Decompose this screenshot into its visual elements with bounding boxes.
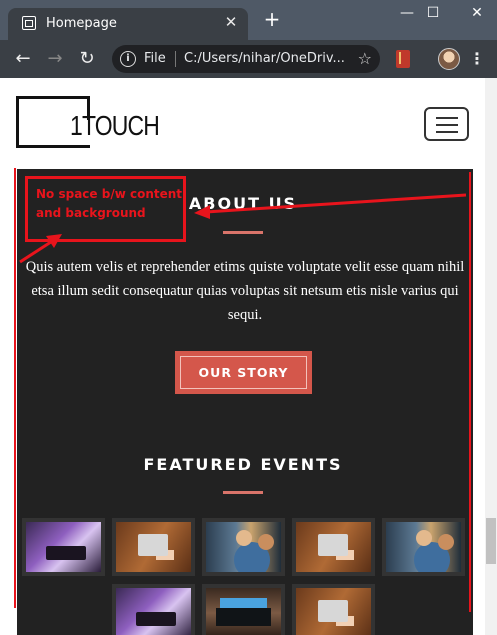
page-favicon-icon [22, 16, 36, 30]
our-story-label: OUR STORY [180, 356, 307, 389]
extension-book-icon[interactable] [396, 50, 410, 68]
event-image [296, 588, 371, 635]
hamburger-line [436, 117, 458, 119]
url-scheme-label: File [144, 51, 166, 66]
back-button[interactable]: ← [12, 48, 34, 70]
event-thumbnail[interactable] [22, 518, 105, 576]
events-divider [223, 491, 263, 494]
hamburger-line [436, 124, 458, 126]
hamburger-line [436, 131, 458, 133]
event-thumbnail[interactable] [112, 584, 195, 635]
featured-events-heading: FEATURED EVENTS [143, 455, 343, 474]
event-image [206, 588, 281, 635]
browser-tab[interactable]: Homepage ✕ [8, 8, 248, 40]
close-window-button[interactable]: ✕ [462, 3, 492, 23]
browser-menu-icon[interactable]: ⋮ [468, 48, 486, 70]
browser-tab-strip: Homepage ✕ + — ☐ ✕ [0, 0, 497, 40]
forward-button[interactable]: → [44, 48, 66, 70]
scrollbar[interactable] [485, 78, 497, 635]
address-separator [175, 51, 176, 67]
annotation-left-border [14, 168, 16, 608]
maximize-button[interactable]: ☐ [418, 3, 448, 23]
annotation-right-border [469, 172, 471, 612]
event-thumbnail[interactable] [202, 584, 285, 635]
hamburger-menu-button[interactable] [424, 107, 469, 141]
new-tab-button[interactable]: + [262, 9, 282, 29]
event-image [116, 588, 191, 635]
event-image [116, 522, 191, 572]
event-thumbnail[interactable] [292, 584, 375, 635]
address-bar[interactable]: i File C:/Users/nihar/OneDriv... ☆ [112, 45, 380, 73]
our-story-button[interactable]: OUR STORY [175, 351, 312, 394]
event-image [296, 522, 371, 572]
logo-text: 1TOUCH [70, 110, 160, 141]
event-image [26, 522, 101, 572]
site-info-icon[interactable]: i [120, 51, 136, 67]
event-thumbnail[interactable] [112, 518, 195, 576]
tab-title: Homepage [46, 16, 117, 31]
scrollbar-thumb[interactable] [486, 518, 496, 564]
bookmark-star-icon[interactable]: ☆ [358, 49, 372, 68]
about-paragraph: Quis autem velis et reprehender etims qu… [25, 259, 465, 323]
profile-avatar[interactable] [438, 48, 460, 70]
reload-button[interactable]: ↻ [76, 48, 98, 70]
event-image [386, 522, 461, 572]
event-image [206, 522, 281, 572]
about-divider [223, 231, 263, 234]
url-text[interactable]: C:/Users/nihar/OneDriv... [184, 51, 345, 66]
event-thumbnail[interactable] [382, 518, 465, 576]
event-thumbnail[interactable] [202, 518, 285, 576]
tab-close-icon[interactable]: ✕ [222, 13, 240, 31]
event-thumbnail[interactable] [292, 518, 375, 576]
browser-toolbar: ← → ↻ i File C:/Users/nihar/OneDriv... ☆… [0, 40, 497, 78]
site-logo[interactable]: 1TOUCH [16, 96, 160, 148]
annotation-note: No space b/w content and background [36, 187, 183, 220]
